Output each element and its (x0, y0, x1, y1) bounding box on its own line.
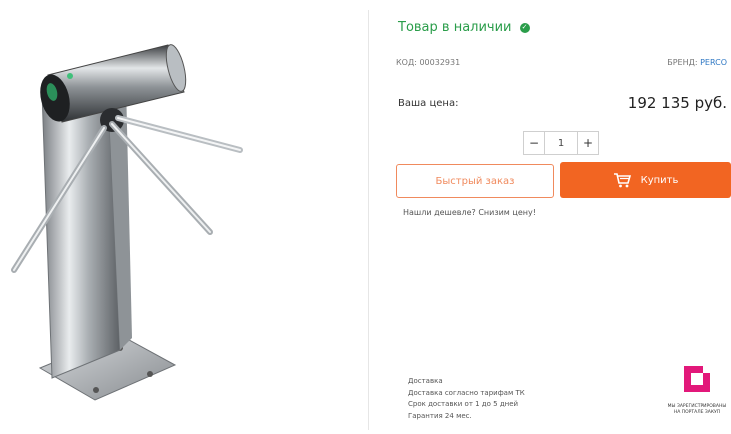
product-meta: КОД: 00032931 БРЕНД: PERCO (396, 58, 731, 67)
column-divider (368, 10, 369, 430)
brand-label: БРЕНД: (667, 58, 698, 67)
delivery-terms: Доставка согласно тарифам ТК (408, 388, 525, 397)
quantity-decrease-button[interactable]: − (524, 132, 545, 154)
buy-button-label: Купить (640, 174, 679, 186)
cheaper-price-link[interactable]: Нашли дешевле? Снизим цену! (403, 208, 536, 217)
warranty-info: Гарантия 24 мес. (408, 411, 472, 420)
portal-badge-line2: НА ПОРТАЛЕ ЗАКУП (673, 410, 721, 415)
product-info-panel: Товар в наличии ✓ КОД: 00032931 БРЕНД: P… (396, 0, 731, 430)
buy-button[interactable]: Купить (560, 162, 731, 198)
delivery-time: Срок доставки от 1 до 5 дней (408, 400, 519, 408)
brand-link[interactable]: PERCO (700, 58, 727, 67)
price-label: Ваша цена: (398, 98, 459, 109)
delivery-info: Доставка Доставка согласно тарифам ТК Ср… (408, 376, 525, 422)
procurement-portal-badge[interactable]: МЫ ЗАРЕГИСТРИРОВАНЫ НА ПОРТАЛЕ ЗАКУП (664, 364, 730, 416)
product-code: КОД: 00032931 (396, 58, 461, 67)
stock-status: Товар в наличии ✓ (398, 20, 530, 35)
product-image-area[interactable] (0, 0, 368, 430)
product-brand: БРЕНД: PERCO (667, 58, 727, 67)
quantity-input[interactable] (545, 132, 577, 154)
quantity-stepper: − + (523, 131, 599, 155)
price-value: 192 135 руб. (627, 94, 727, 112)
portal-logo-icon (684, 366, 710, 392)
quantity-increase-button[interactable]: + (577, 132, 598, 154)
cart-icon (613, 173, 631, 188)
quick-order-button[interactable]: Быстрый заказ (396, 164, 554, 198)
check-circle-icon: ✓ (519, 22, 530, 33)
turnstile-product-image[interactable] (0, 0, 368, 430)
delivery-title: Доставка (408, 377, 443, 385)
stock-status-label: Товар в наличии (398, 20, 512, 35)
